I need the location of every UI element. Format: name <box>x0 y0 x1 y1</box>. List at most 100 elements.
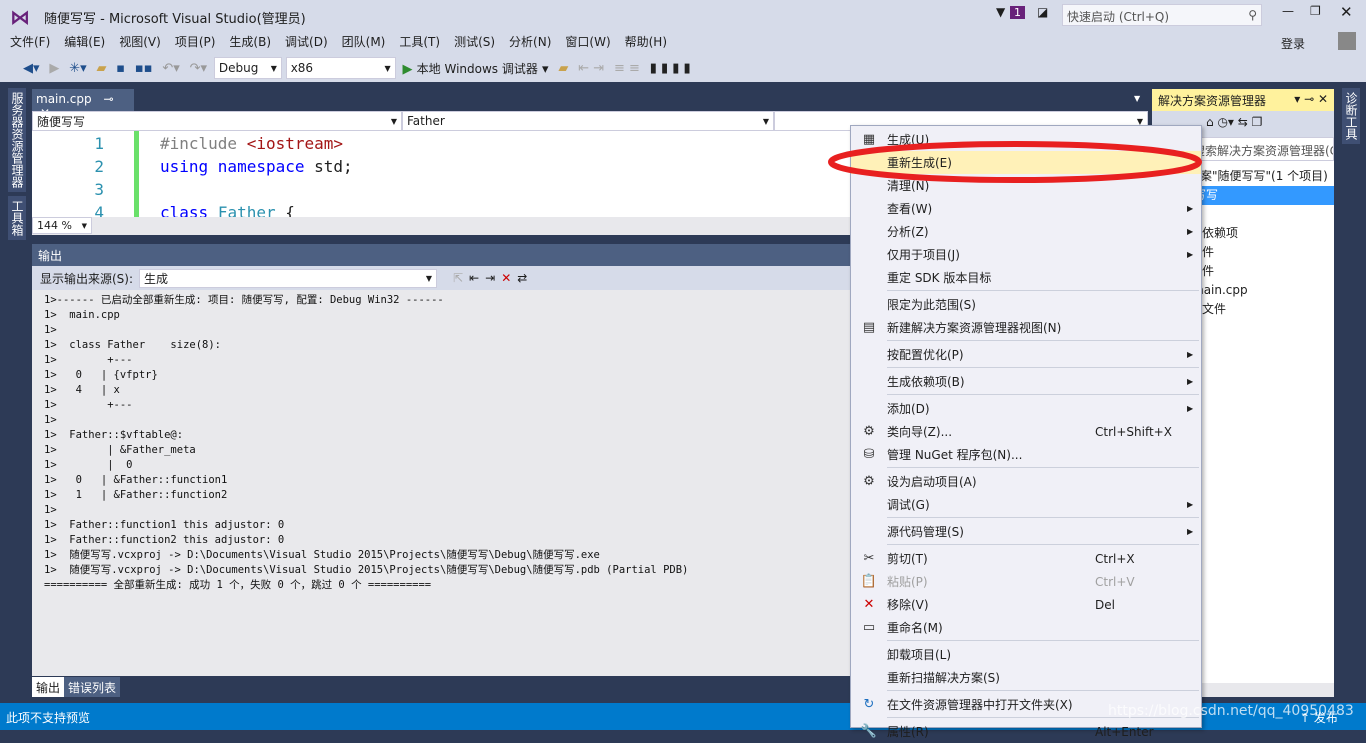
context-menu-item[interactable]: 查看(W) ▶ <box>851 197 1201 220</box>
tab-overflow-icon[interactable]: ▼ <box>1134 94 1140 103</box>
context-menu-item[interactable]: ⚙ 设为启动项目(A) <box>851 470 1201 493</box>
feedback-icon[interactable]: ◪ <box>1037 5 1048 19</box>
solution-search-placeholder: 搜索解决方案资源管理器(Ctrl+;) <box>1193 144 1333 158</box>
next-message-icon[interactable]: ⇥ <box>485 271 495 285</box>
rename-icon: ▭ <box>862 620 876 635</box>
forward-icon[interactable]: ▶ <box>49 61 59 76</box>
back-icon[interactable]: ◀▾ <box>23 61 40 76</box>
context-menu-item[interactable]: 添加(D) ▶ <box>851 397 1201 420</box>
editor-tab[interactable]: main.cpp ⊸ ✕ <box>32 89 134 120</box>
context-menu-item[interactable]: 卸载项目(L) <box>851 643 1201 666</box>
close-button[interactable]: ✕ <box>1340 3 1353 21</box>
context-menu-item[interactable]: 仅用于项目(J) ▶ <box>851 243 1201 266</box>
menu-tools[interactable]: 工具(T) <box>392 30 447 54</box>
goto-icon[interactable]: ⇱ <box>453 271 463 285</box>
redo-icon[interactable]: ↷▾ <box>190 61 207 76</box>
diagnostic-tools-tab[interactable]: 诊断工具 <box>1342 88 1360 144</box>
window-title: 随便写写 - Microsoft Visual Studio(管理员) <box>44 12 306 27</box>
menu-team[interactable]: 团队(M) <box>335 30 393 54</box>
code-line: 4 class Father { <box>32 201 353 217</box>
context-menu-item[interactable]: 🔧 属性(R) Alt+Enter <box>851 720 1201 743</box>
run-debugger-button[interactable]: ▶ 本地 Windows 调试器 ▾ <box>403 60 549 77</box>
context-menu-item[interactable]: ▤ 新建解决方案资源管理器视图(N) <box>851 316 1201 339</box>
context-menu-item[interactable]: 重新扫描解决方案(S) <box>851 666 1201 689</box>
tab-output[interactable]: 输出 <box>32 677 65 697</box>
menu-file[interactable]: 文件(F) <box>0 30 57 54</box>
find-icon[interactable]: ▰ <box>558 61 568 76</box>
menu-label: 重新扫描解决方案(S) <box>887 671 1000 685</box>
menu-test[interactable]: 测试(S) <box>447 30 502 54</box>
indent-icon[interactable]: ⇤ ⇥ <box>578 61 604 76</box>
maximize-button[interactable]: ❐ <box>1310 4 1321 18</box>
class-nav-select[interactable]: Father ▼ <box>402 111 774 131</box>
context-menu-item[interactable]: ▭ 重命名(M) <box>851 616 1201 639</box>
history-icon[interactable]: ◷▾ <box>1217 115 1234 129</box>
context-menu-item[interactable]: 重定 SDK 版本目标 <box>851 266 1201 289</box>
toolbox-tab[interactable]: 工具箱 <box>8 196 26 240</box>
context-menu-item[interactable]: 分析(Z) ▶ <box>851 220 1201 243</box>
collapse-icon[interactable]: ❐ <box>1252 115 1263 129</box>
menu-build[interactable]: 生成(B) <box>222 30 278 54</box>
zoom-select[interactable]: 144 % ▼ <box>32 217 92 234</box>
minimize-button[interactable]: — <box>1282 4 1294 18</box>
chevron-down-icon: ▼ <box>390 116 397 126</box>
menu-analyze[interactable]: 分析(N) <box>502 30 558 54</box>
new-project-icon[interactable]: ✳▾ <box>69 61 86 76</box>
menu-project[interactable]: 项目(P) <box>168 30 223 54</box>
context-menu-item[interactable]: 限定为此范围(S) <box>851 293 1201 316</box>
context-menu-item[interactable]: 按配置优化(P) ▶ <box>851 343 1201 366</box>
submenu-arrow-icon: ▶ <box>1187 377 1194 386</box>
solution-explorer-title: 解决方案资源管理器 <box>1158 94 1267 108</box>
clear-all-icon[interactable]: ✕ <box>501 271 511 285</box>
refresh-arrow-icon: ↻ <box>863 697 875 712</box>
chevron-down-icon: ▼ <box>384 63 391 73</box>
context-menu-item[interactable]: ⛁ 管理 NuGet 程序包(N)... <box>851 443 1201 466</box>
platform-select[interactable]: x86 ▼ <box>285 57 396 79</box>
quick-launch-input[interactable]: 快速启动 (Ctrl+Q) ⚲ <box>1062 4 1262 26</box>
context-menu-item[interactable]: ✕ 移除(V) Del <box>851 593 1201 616</box>
context-menu-item[interactable]: ⚙ 类向导(Z)... Ctrl+Shift+X <box>851 420 1201 443</box>
pin-icon[interactable]: ⊸ <box>103 92 113 106</box>
menu-label: 在文件资源管理器中打开文件夹(X) <box>887 698 1073 712</box>
menu-label: 源代码管理(S) <box>887 525 964 539</box>
notification-badge[interactable]: 1 <box>1010 6 1025 19</box>
prev-message-icon[interactable]: ⇤ <box>469 271 479 285</box>
account-icon[interactable] <box>1338 32 1356 50</box>
menu-help[interactable]: 帮助(H) <box>618 30 674 54</box>
undo-icon[interactable]: ↶▾ <box>162 61 179 76</box>
home-icon[interactable]: ⌂ <box>1206 115 1214 129</box>
menu-shortcut: Ctrl+Shift+X <box>1095 424 1172 439</box>
save-all-icon[interactable]: ▪▪ <box>135 61 153 76</box>
word-wrap-icon[interactable]: ⇄ <box>517 271 527 285</box>
search-icon: ⚲ <box>1248 8 1257 22</box>
filter-icon[interactable]: ▼ <box>996 5 1005 19</box>
menu-edit[interactable]: 编辑(E) <box>57 30 112 54</box>
title-bar: ⋈ 随便写写 - Microsoft Visual Studio(管理员) ▼ … <box>0 0 1366 30</box>
context-menu-item[interactable]: 调试(G) ▶ <box>851 493 1201 516</box>
bookmark-icon[interactable]: ▮ ▮ ▮ ▮ <box>650 61 691 76</box>
context-menu-item[interactable]: ✂ 剪切(T) Ctrl+X <box>851 547 1201 570</box>
open-file-icon[interactable]: ▰ <box>96 61 106 76</box>
comment-icon[interactable]: ≡ ≡ <box>614 61 640 76</box>
menu-label: 剪切(T) <box>887 552 928 566</box>
context-menu-item[interactable]: 源代码管理(S) ▶ <box>851 520 1201 543</box>
menu-window[interactable]: 窗口(W) <box>558 30 617 54</box>
config-select[interactable]: Debug ▼ <box>213 57 282 79</box>
red-annotation-ellipse <box>828 141 1202 183</box>
save-icon[interactable]: ▪ <box>116 61 125 76</box>
watermark: https://blog.csdn.net/qq_40950483 <box>1108 703 1354 719</box>
submenu-arrow-icon: ▶ <box>1187 350 1194 359</box>
sync-icon[interactable]: ⇆ <box>1238 115 1248 129</box>
play-icon: ▶ <box>402 61 413 77</box>
project-nav-select[interactable]: 随便写写 ▼ <box>32 111 402 131</box>
menu-debug[interactable]: 调试(D) <box>278 30 335 54</box>
pin-icon[interactable]: ▾ ⊸ ✕ <box>1294 92 1328 106</box>
signin-link[interactable]: 登录 <box>1281 35 1305 52</box>
tab-error-list[interactable]: 错误列表 <box>64 677 121 697</box>
context-menu-item[interactable]: 生成依赖项(B) ▶ <box>851 370 1201 393</box>
server-explorer-tab[interactable]: 服务器资源管理器 <box>8 88 26 192</box>
editor-tab-label: main.cpp <box>36 92 92 106</box>
menu-view[interactable]: 视图(V) <box>112 30 168 54</box>
output-source-select[interactable]: 生成 ▼ <box>139 268 438 288</box>
menu-label: 仅用于项目(J) <box>887 248 960 262</box>
